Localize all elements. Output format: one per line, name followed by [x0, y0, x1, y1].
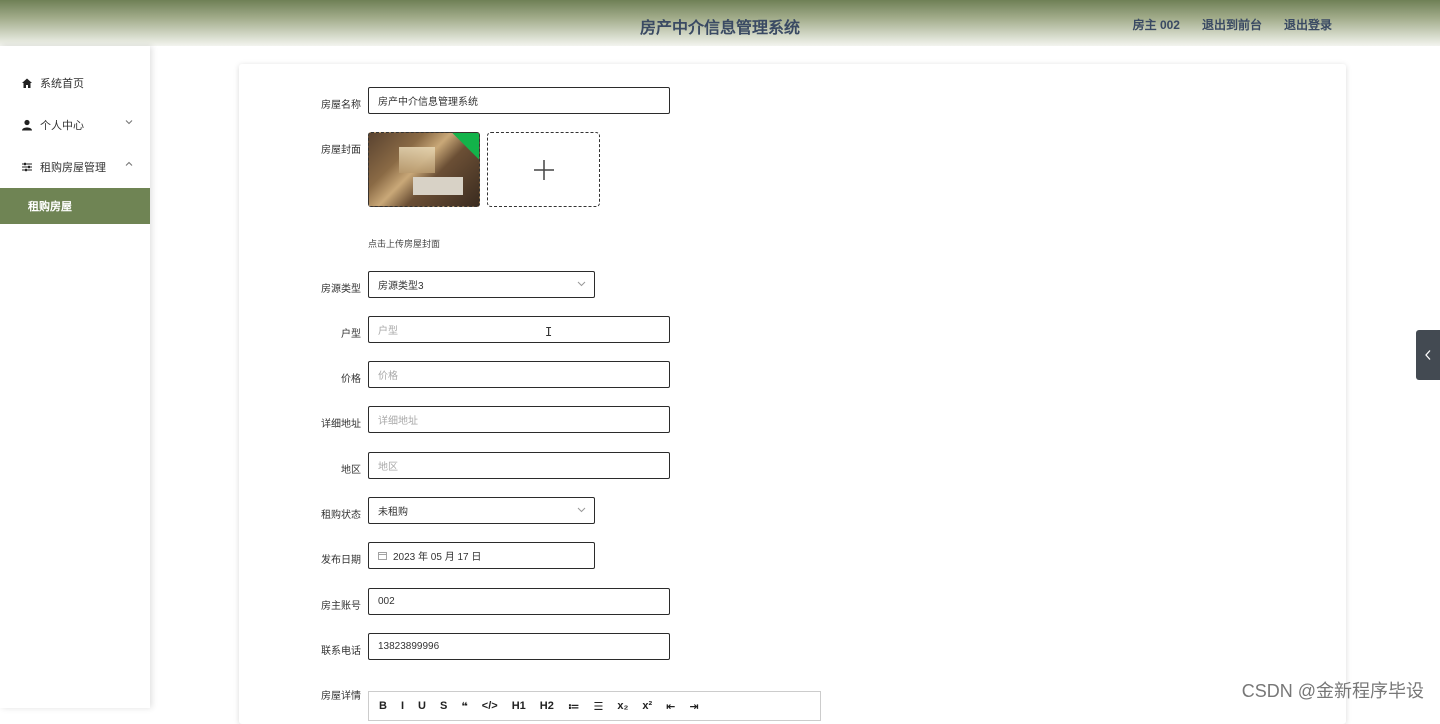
watermark: CSDN @金新程序毕设	[1241, 681, 1424, 701]
detail-label: 房屋详情	[321, 691, 361, 702]
italic-button[interactable]: I	[401, 700, 404, 712]
text-cursor-icon: I	[545, 325, 553, 339]
current-user: 房主 002	[1132, 18, 1180, 32]
sidebar-item-label: 租购房屋管理	[40, 162, 106, 174]
name-label: 房屋名称	[321, 100, 361, 111]
house-name-input[interactable]: 房产中介信息管理系统	[368, 87, 670, 114]
sidebar-item-label: 个人中心	[40, 120, 84, 132]
date-label: 发布日期	[321, 555, 361, 566]
sliders-icon	[20, 160, 34, 174]
sidebar-item-label: 系统首页	[40, 78, 84, 90]
type-label: 房源类型	[321, 284, 361, 295]
outdent-button[interactable]: ⇤	[666, 700, 675, 713]
underline-button[interactable]: U	[418, 700, 426, 712]
strike-button[interactable]: S	[440, 700, 447, 712]
chevron-left-icon	[1425, 350, 1431, 360]
bullet-list-button[interactable]: ☰	[594, 700, 604, 713]
ordered-list-button[interactable]: ≔	[568, 700, 580, 713]
cover-image-thumbnail[interactable]	[368, 132, 480, 207]
rich-text-toolbar: B I U S ❝ </> H1 H2 ≔ ☰ x₂ x² ⇤ ⇥	[368, 691, 821, 721]
status-label: 租购状态	[321, 510, 361, 521]
bold-button[interactable]: B	[379, 700, 387, 712]
phone-input[interactable]: 13823899996	[368, 633, 670, 660]
upload-cover-button[interactable]	[487, 132, 600, 207]
address-label: 详细地址	[321, 419, 361, 430]
plus-icon	[533, 159, 554, 180]
form-card: 房屋名称 房产中介信息管理系统 房屋封面 点击上传房屋封面 房源类型 房源类型3…	[239, 64, 1346, 724]
house-type-value: 房源类型3	[378, 281, 424, 292]
rent-status-value: 未租购	[378, 507, 408, 518]
layout-placeholder: 户型	[378, 326, 398, 337]
upload-success-icon	[451, 133, 479, 160]
home-icon	[20, 76, 34, 90]
region-input[interactable]: 地区	[368, 452, 670, 479]
layout-label: 户型	[341, 329, 361, 340]
address-input[interactable]: 详细地址	[368, 406, 670, 433]
owner-label: 房主账号	[321, 601, 361, 612]
h2-button[interactable]: H2	[540, 700, 554, 712]
back-to-front-link[interactable]: 退出到前台	[1202, 16, 1262, 33]
house-type-select[interactable]: 房源类型3	[368, 271, 595, 298]
sidebar-item-rent-manage[interactable]: 租购房屋管理	[0, 146, 150, 188]
price-input[interactable]: 价格	[368, 361, 670, 388]
quote-button[interactable]: ❝	[461, 700, 467, 713]
owner-account-input[interactable]: 002	[368, 588, 670, 615]
sidebar: 系统首页 个人中心 租购房屋管理 租购房屋	[0, 46, 150, 708]
phone-label: 联系电话	[321, 646, 361, 657]
cover-upload-hint: 点击上传房屋封面	[368, 239, 441, 249]
chevron-down-icon	[577, 281, 586, 287]
chevron-down-icon	[125, 120, 133, 125]
h1-button[interactable]: H1	[512, 700, 526, 712]
chevron-down-icon	[577, 507, 586, 513]
logout-link[interactable]: 退出登录	[1284, 16, 1332, 33]
region-label: 地区	[341, 465, 361, 476]
publish-date-picker[interactable]: 2023 年 05 月 17 日	[368, 542, 595, 569]
calendar-icon	[378, 552, 387, 560]
layout-input[interactable]: 户型 I	[368, 316, 670, 343]
price-label: 价格	[341, 374, 361, 385]
chevron-up-icon	[125, 161, 133, 166]
sidebar-item-home[interactable]: 系统首页	[0, 62, 150, 104]
publish-date-value: 2023 年 05 月 17 日	[393, 552, 482, 563]
top-actions: 房主 002 退出到前台 退出登录	[1133, 16, 1332, 33]
rent-status-select[interactable]: 未租购	[368, 497, 595, 524]
collapse-panel-tab[interactable]	[1416, 330, 1440, 380]
superscript-button[interactable]: x²	[642, 700, 652, 712]
subscript-button[interactable]: x₂	[617, 700, 628, 712]
code-button[interactable]: </>	[482, 700, 498, 712]
indent-button[interactable]: ⇥	[689, 700, 698, 713]
cover-label: 房屋封面	[321, 145, 361, 156]
user-icon	[20, 118, 34, 132]
sidebar-subitem-rent-house[interactable]: 租购房屋	[0, 188, 150, 224]
top-bar: 房产中介信息管理系统 房主 002 退出到前台 退出登录	[0, 0, 1440, 46]
sidebar-item-personal[interactable]: 个人中心	[0, 104, 150, 146]
